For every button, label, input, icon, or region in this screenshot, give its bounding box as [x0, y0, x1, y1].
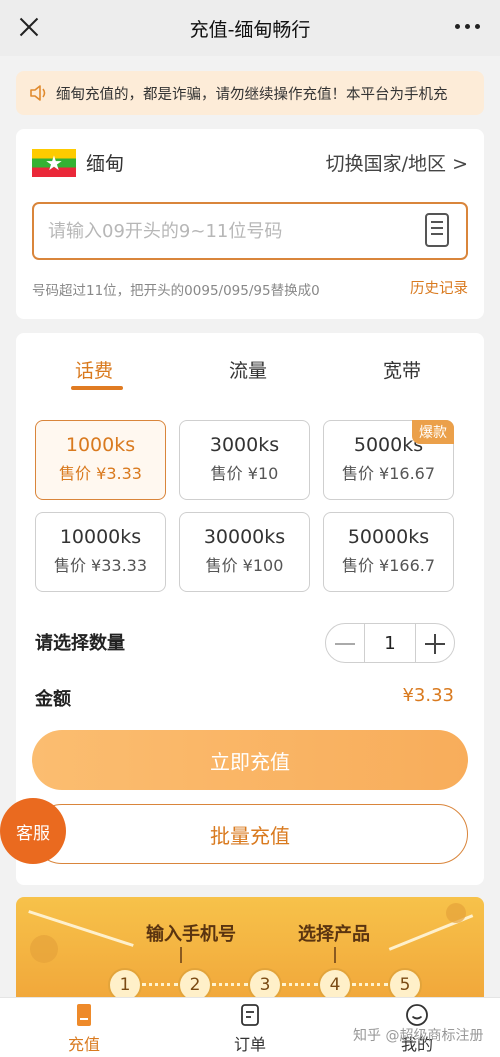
tab-broadband[interactable]: 宽带 — [383, 356, 421, 383]
step-connector — [352, 983, 388, 986]
speaker-icon — [30, 85, 46, 101]
tabbar-item-orders[interactable]: 订单 — [210, 998, 290, 1057]
package-amount: 10000ks — [59, 526, 142, 548]
package-price: 售价 ¥166.7 — [341, 556, 436, 575]
tabbar-item-recharge[interactable]: 充值 — [44, 998, 124, 1057]
notice-text: 缅甸充值的，都是诈骗，请勿继续操作充值！本平台为手机充 — [56, 86, 448, 103]
step-number: 2 — [178, 968, 212, 997]
page-title: 充值-缅甸畅行 — [189, 18, 311, 41]
package-option[interactable]: 爆款 5000ks 售价 ¥16.67 — [323, 420, 454, 500]
increase-button[interactable] — [416, 624, 454, 662]
active-tab-underline — [71, 386, 123, 390]
package-price: 售价 ¥100 — [205, 556, 284, 575]
tabbar-label: 订单 — [233, 1035, 266, 1054]
history-link[interactable]: 历史记录 — [410, 277, 468, 298]
package-amount: 1000ks — [65, 434, 136, 456]
tab-phone-credit[interactable]: 话费 — [75, 356, 113, 383]
title-bar: 充值-缅甸畅行 — [0, 0, 500, 56]
myanmar-flag-icon: ★ — [32, 149, 76, 177]
quantity-label: 请选择数量 — [35, 633, 125, 654]
step-pointer — [180, 947, 182, 963]
more-options-icon[interactable] — [455, 24, 480, 29]
country-label: 缅甸 — [86, 153, 125, 175]
tab-data[interactable]: 流量 — [229, 356, 267, 383]
steps-banner: 输入手机号 选择产品 1 2 3 4 5 — [16, 897, 484, 997]
package-price: 售价 ¥3.33 — [59, 464, 142, 483]
contacts-book-icon[interactable] — [424, 212, 450, 248]
package-amount: 50000ks — [347, 526, 430, 548]
package-option[interactable]: 30000ks 售价 ¥100 — [179, 512, 310, 592]
step-connector — [282, 983, 318, 986]
package-option[interactable]: 10000ks 售价 ¥33.33 — [35, 512, 166, 592]
step-number: 1 — [108, 968, 142, 997]
phone-number-input[interactable] — [32, 202, 468, 260]
notice-banner: 缅甸充值的，都是诈骗，请勿继续操作充值！本平台为手机充 — [16, 71, 484, 115]
tabbar-label: 充值 — [67, 1035, 100, 1054]
switch-region-link[interactable]: 切换国家/地区 > — [326, 149, 468, 176]
step-number: 5 — [388, 968, 422, 997]
step-connector — [212, 983, 248, 986]
package-option[interactable]: 1000ks 售价 ¥3.33 — [35, 420, 166, 500]
package-card: 话费 流量 宽带 1000ks 售价 ¥3.33 3000ks 售价 ¥10 爆… — [16, 333, 484, 885]
watermark-text: 知乎 @超级商标注册 — [353, 1028, 484, 1044]
phone-card: ★ 缅甸 切换国家/地区 > 号码超过11位，把开头的0095/095/95替换… — [16, 129, 484, 319]
profile-icon — [406, 1004, 428, 1026]
package-price: 售价 ¥33.33 — [53, 556, 148, 575]
banner-coin — [30, 935, 58, 963]
recharge-icon — [77, 1004, 91, 1026]
step-number: 3 — [248, 968, 282, 997]
package-option[interactable]: 50000ks 售价 ¥166.7 — [323, 512, 454, 592]
quantity-value[interactable]: 1 — [364, 624, 416, 662]
batch-recharge-button[interactable]: 批量充值 — [32, 804, 468, 864]
package-price: 售价 ¥16.67 — [341, 464, 436, 483]
total-amount: ¥3.33 — [402, 685, 454, 706]
step-pointer — [334, 947, 336, 963]
step-label: 输入手机号 — [146, 924, 236, 945]
package-price: 售价 ¥10 — [210, 464, 279, 483]
package-amount: 30000ks — [203, 526, 286, 548]
package-amount: 3000ks — [209, 434, 280, 456]
customer-service-button[interactable]: 客服 — [0, 798, 66, 864]
step-connector — [142, 983, 178, 986]
number-format-hint: 号码超过11位，把开头的0095/095/95替换成0 — [32, 283, 320, 299]
package-option[interactable]: 3000ks 售价 ¥10 — [179, 420, 310, 500]
banner-coin — [446, 903, 466, 923]
step-label: 选择产品 — [298, 924, 370, 945]
quantity-stepper: 1 — [325, 623, 455, 663]
total-label: 金额 — [35, 689, 71, 710]
recharge-now-button[interactable]: 立即充值 — [32, 730, 468, 790]
order-icon — [241, 1004, 259, 1026]
decrease-button[interactable] — [326, 624, 364, 662]
close-icon[interactable] — [14, 12, 44, 42]
step-number: 4 — [318, 968, 352, 997]
hot-badge: 爆款 — [412, 420, 454, 444]
